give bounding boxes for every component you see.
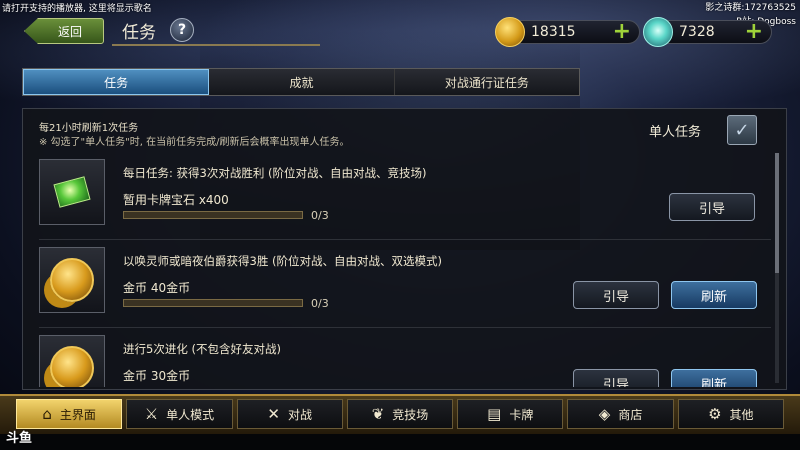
quest-progress-bar <box>123 211 303 219</box>
gear-icon: ⚙ <box>708 405 722 423</box>
nav-label: 单人模式 <box>166 407 215 422</box>
quest-reward: 金币 30金币 <box>123 369 191 383</box>
crystal-icon <box>643 17 673 47</box>
quest-progress-count: 0/3 <box>311 297 329 310</box>
check-icon: ✓ <box>734 119 750 141</box>
add-crystal-button[interactable]: + <box>745 21 763 43</box>
tab-battle-pass-missions[interactable]: 对战通行证任务 <box>394 69 579 95</box>
quest-divider <box>39 239 771 240</box>
main-navigation: ⌂ 主界面 ⚔ 单人模式 ✕ 对战 ❦ 竞技场 ▤ 卡牌 ◈ 商店 ⚙ 其他 <box>0 394 800 434</box>
nav-other[interactable]: ⚙ 其他 <box>677 399 784 429</box>
refresh-note: 每21小时刷新1次任务 <box>39 123 139 134</box>
solo-mission-checkbox[interactable]: ✓ <box>727 115 757 145</box>
guide-button[interactable]: 引导 <box>573 281 659 309</box>
nav-label: 对战 <box>287 407 312 422</box>
card-gem-icon <box>53 176 91 208</box>
crossed-swords-icon: ✕ <box>267 405 280 423</box>
gold-coin-icon <box>495 17 525 47</box>
guide-button[interactable]: 引导 <box>573 369 659 387</box>
refresh-button[interactable]: 刷新 <box>671 369 757 387</box>
nav-battle[interactable]: ✕ 对战 <box>236 399 343 429</box>
back-button[interactable]: 返回 <box>24 18 104 44</box>
back-label: 返回 <box>57 24 82 39</box>
solo-mission-label: 单人任务 <box>649 125 702 140</box>
gold-coins-icon <box>50 346 94 387</box>
quest-progress-count: 0/3 <box>311 209 329 222</box>
quest-reward-icon <box>39 159 105 225</box>
quest-reward-icon <box>39 247 105 313</box>
quest-item: 进行5次进化 (不包含好友对战) 金币 30金币 引导 刷新 <box>39 331 771 387</box>
bottom-strip <box>0 434 800 450</box>
quest-item: 每日任务: 获得3次对战胜利 (阶位对战、自由对战、竞技场) 暂用卡牌宝石 x4… <box>39 155 771 235</box>
crystal-amount: 7328 <box>679 24 715 40</box>
nav-shop[interactable]: ◈ 商店 <box>567 399 674 429</box>
tab-missions[interactable]: 任务 <box>23 69 210 95</box>
crystal-counter: 7328 + <box>643 17 772 47</box>
quest-divider <box>39 327 771 328</box>
nav-solo-mode[interactable]: ⚔ 单人模式 <box>126 399 233 429</box>
quest-name: 每日任务: 获得3次对战胜利 (阶位对战、自由对战、竞技场) <box>123 166 427 180</box>
home-icon: ⌂ <box>42 405 52 423</box>
nav-label: 商店 <box>618 407 643 422</box>
quest-reward: 金币 40金币 <box>123 281 191 295</box>
mission-panel: 每21小时刷新1次任务 ※ 勾选了"单人任务"时, 在当前任务完成/刷新后会概率… <box>22 108 787 390</box>
page-title: 任务 <box>122 22 156 43</box>
cards-icon: ▤ <box>487 405 502 423</box>
help-button[interactable]: ? <box>170 18 194 42</box>
gold-amount: 18315 <box>531 24 576 40</box>
shop-icon: ◈ <box>598 405 611 423</box>
nav-label: 卡牌 <box>509 407 534 422</box>
music-player-notice: 请打开支持的播放器, 这里将显示歌名 <box>2 4 152 14</box>
gold-coins-icon <box>50 258 94 302</box>
nav-home[interactable]: ⌂ 主界面 <box>16 399 123 429</box>
group-number: 影之诗群:172763525 <box>705 3 796 13</box>
quest-name: 进行5次进化 (不包含好友对战) <box>123 342 281 356</box>
refresh-button[interactable]: 刷新 <box>671 281 757 309</box>
quest-name: 以唤灵师或暗夜伯爵获得3胜 (阶位对战、自由对战、双选模式) <box>123 254 442 268</box>
scroll-thumb[interactable] <box>775 153 779 273</box>
nav-label: 主界面 <box>59 407 96 422</box>
guide-button[interactable]: 引导 <box>669 193 755 221</box>
nav-label: 竞技场 <box>392 407 429 422</box>
tab-achievements[interactable]: 成就 <box>209 69 395 95</box>
quest-reward: 暂用卡牌宝石 x400 <box>123 193 229 207</box>
add-gold-button[interactable]: + <box>613 21 631 43</box>
laurel-icon: ❦ <box>371 405 385 423</box>
sword-icon: ⚔ <box>144 405 159 423</box>
quest-item: 以唤灵师或暗夜伯爵获得3胜 (阶位对战、自由对战、双选模式) 金币 40金币 0… <box>39 243 771 323</box>
quest-list-scrollbar[interactable] <box>775 153 779 383</box>
solo-mission-note: ※ 勾选了"单人任务"时, 在当前任务完成/刷新后会概率出现单人任务。 <box>39 137 350 148</box>
nav-arena[interactable]: ❦ 竞技场 <box>346 399 454 429</box>
nav-label: 其他 <box>729 407 754 422</box>
stream-platform-logo: 斗鱼 <box>6 431 33 446</box>
nav-cards[interactable]: ▤ 卡牌 <box>457 399 564 429</box>
quest-progress-bar <box>123 299 303 307</box>
tab-bar: 任务 成就 对战通行证任务 <box>22 68 580 96</box>
page-title-area: 任务 ? <box>112 16 320 46</box>
quest-reward-icon <box>39 335 105 387</box>
gold-counter: 18315 + <box>495 17 640 47</box>
